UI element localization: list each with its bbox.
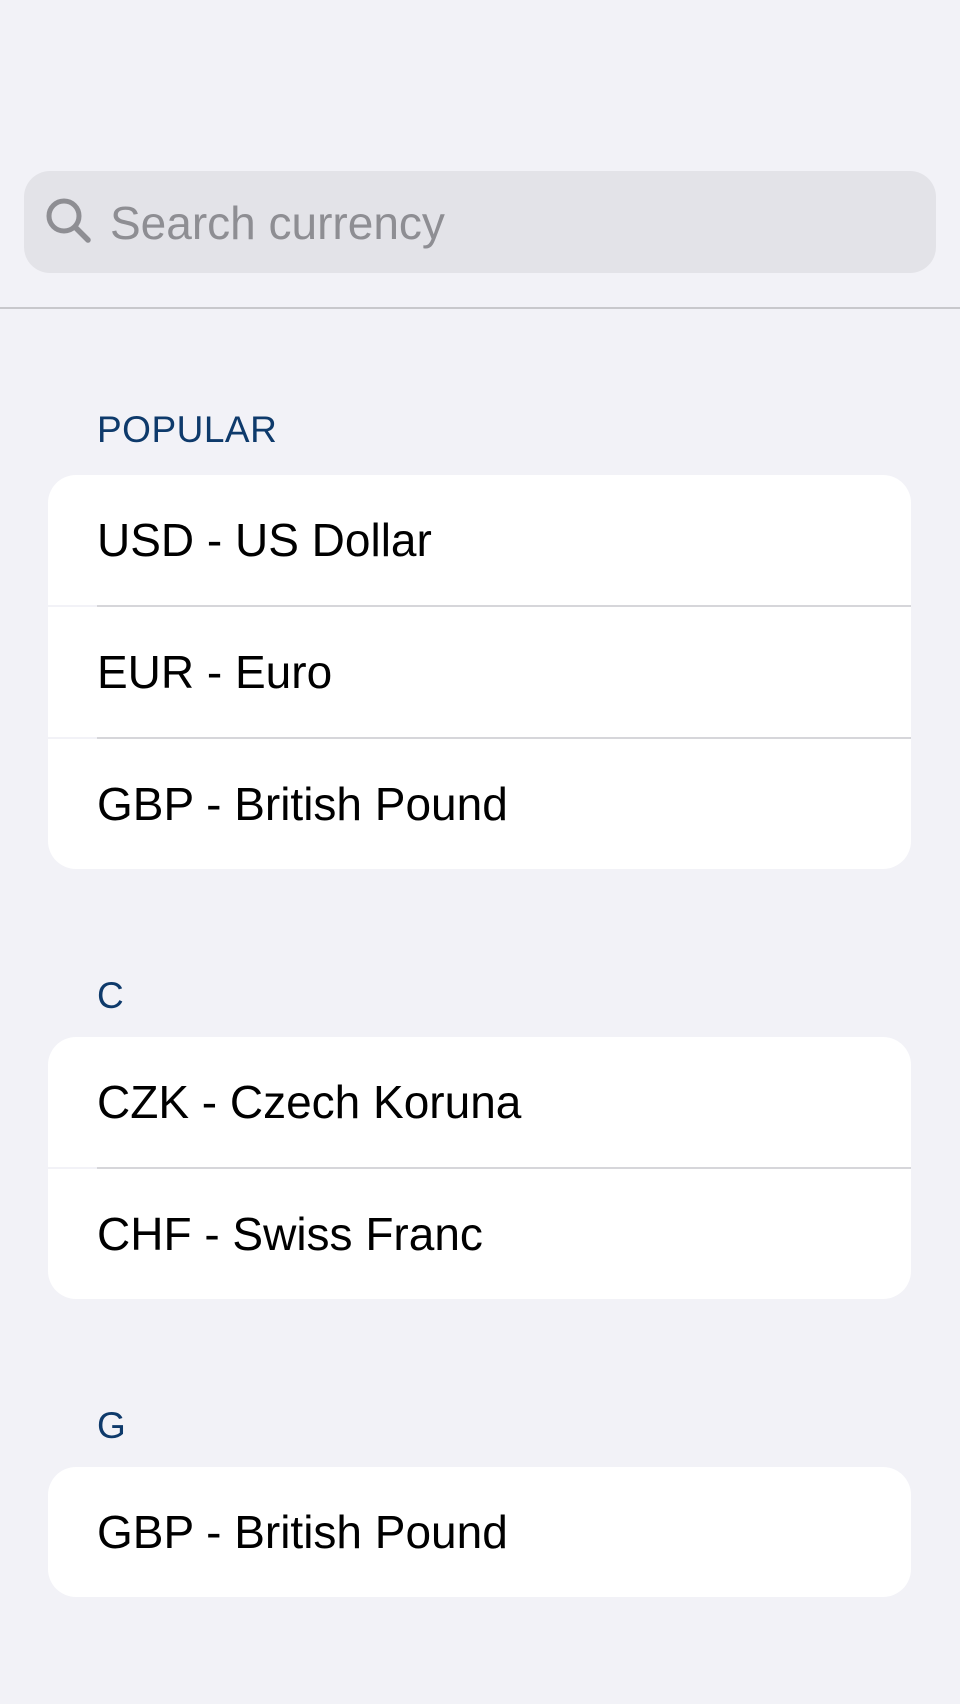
search-icon bbox=[46, 198, 91, 243]
list-item-label: USD - US Dollar bbox=[97, 514, 432, 566]
section-header-popular: POPULAR bbox=[97, 409, 278, 450]
search-header bbox=[0, 0, 960, 309]
list-item-chf[interactable]: CHF - Swiss Franc bbox=[48, 1169, 911, 1299]
list-item-usd[interactable]: USD - US Dollar bbox=[48, 475, 911, 605]
list-item-label: CZK - Czech Koruna bbox=[97, 1076, 522, 1128]
list-item-gbp[interactable]: GBP - British Pound bbox=[48, 739, 911, 869]
list-item-czk[interactable]: CZK - Czech Koruna bbox=[48, 1037, 911, 1167]
list-item-label: GBP - British Pound bbox=[97, 1506, 508, 1558]
search-input[interactable] bbox=[110, 186, 910, 260]
header-divider bbox=[0, 307, 960, 309]
list-item-label: CHF - Swiss Franc bbox=[97, 1208, 483, 1260]
list-item-label: GBP - British Pound bbox=[97, 778, 508, 830]
list-item-eur[interactable]: EUR - Euro bbox=[48, 607, 911, 737]
section-header-g: G bbox=[97, 1405, 127, 1446]
list-item-label: EUR - Euro bbox=[97, 646, 333, 698]
list-item-gbp[interactable]: GBP - British Pound bbox=[48, 1467, 911, 1597]
section-header-c: C bbox=[97, 975, 125, 1016]
